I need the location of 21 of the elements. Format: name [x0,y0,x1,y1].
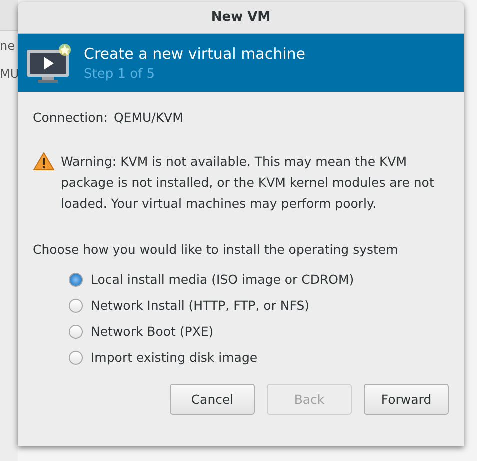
warning-message: Warning: KVM is not available. This may mean the KVM package is not installed, or the KVM kernel modules are not loaded. Your virtual machines may perform poorly. [61,153,436,213]
radio-button[interactable] [69,298,83,312]
install-prompt: Choose how you would like to install the operating system [33,242,400,257]
connection-label: Connection: [33,110,108,125]
radio-button[interactable] [69,324,83,338]
step-indicator: Step 1 of 5 [84,66,156,82]
dialog-button[interactable]: Cancel [170,384,255,415]
background-text: MU [0,67,18,81]
radio-button[interactable] [69,272,83,286]
window-title: New VM [211,10,271,25]
monitor-icon [26,42,72,84]
connection-value: QEMU/KVM [114,110,184,125]
radio-button[interactable] [69,350,83,364]
option-label[interactable]: Import existing disk image [91,350,258,365]
background-text: ne [0,39,15,53]
banner-title: Create a new virtual machine [84,44,306,62]
option-label[interactable]: Network Install (HTTP, FTP, or NFS) [91,298,310,313]
option-label[interactable]: Network Boot (PXE) [91,324,214,339]
warning-icon [33,152,55,171]
dialog-button[interactable]: Forward [364,384,449,415]
option-label[interactable]: Local install media (ISO image or CDROM) [91,272,354,287]
